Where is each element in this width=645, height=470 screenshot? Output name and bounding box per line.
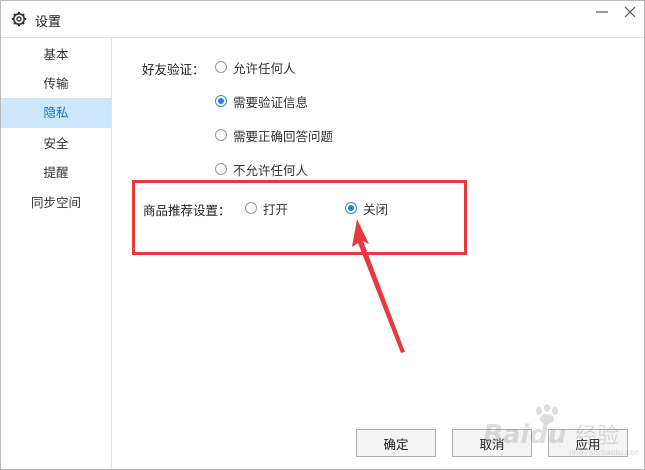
radio-button-checked[interactable] — [215, 95, 227, 107]
baidu-jingyan-watermark-icon: Baidu 经验 jingyan.baidu.com — [483, 404, 639, 457]
ok-button[interactable]: 确定 — [356, 429, 436, 457]
title-bar: 设置 — [1, 1, 644, 38]
radio-label: 需要正确回答问题 — [233, 128, 334, 144]
radio-button[interactable] — [215, 163, 227, 175]
watermark-sub-text: 经验 — [575, 424, 619, 449]
gear-icon — [11, 11, 27, 27]
radio-allow-nobody[interactable]: 不允许任何人 — [215, 160, 308, 178]
friend-verification-label: 好友验证： — [142, 62, 205, 77]
sidebar-item-reminder[interactable]: 提醒 — [1, 158, 111, 188]
radio-label: 不允许任何人 — [233, 162, 309, 178]
sidebar: 基本 传输 隐私 安全 提醒 同步空间 — [1, 38, 112, 469]
sidebar-item-privacy[interactable]: 隐私 — [1, 98, 111, 128]
settings-window: 设置 基本 传输 隐私 安全 提醒 同步空间 好友验证： 允许任何人 需要验证信… — [0, 0, 645, 470]
watermark-domain-text: jingyan.baidu.com — [568, 448, 639, 457]
close-icon[interactable] — [621, 5, 639, 19]
minimize-icon[interactable] — [589, 5, 615, 19]
window-title: 设置 — [35, 15, 62, 30]
radio-require-verification[interactable]: 需要验证信息 — [215, 92, 308, 110]
sidebar-item-security[interactable]: 安全 — [1, 129, 111, 159]
radio-button[interactable] — [215, 61, 227, 73]
sidebar-item-transfer[interactable]: 传输 — [1, 69, 111, 99]
sidebar-item-sync-space[interactable]: 同步空间 — [1, 188, 111, 218]
radio-require-answer[interactable]: 需要正确回答问题 — [215, 126, 333, 144]
radio-allow-anyone[interactable]: 允许任何人 — [215, 58, 296, 76]
radio-label: 需要验证信息 — [233, 94, 309, 110]
watermark-brand-text: Baidu — [483, 420, 566, 450]
sidebar-item-basic[interactable]: 基本 — [1, 40, 111, 70]
radio-label: 允许任何人 — [233, 60, 296, 76]
highlight-annotation-box — [132, 180, 467, 255]
radio-button[interactable] — [215, 129, 227, 141]
annotation-arrow-icon — [352, 219, 405, 353]
